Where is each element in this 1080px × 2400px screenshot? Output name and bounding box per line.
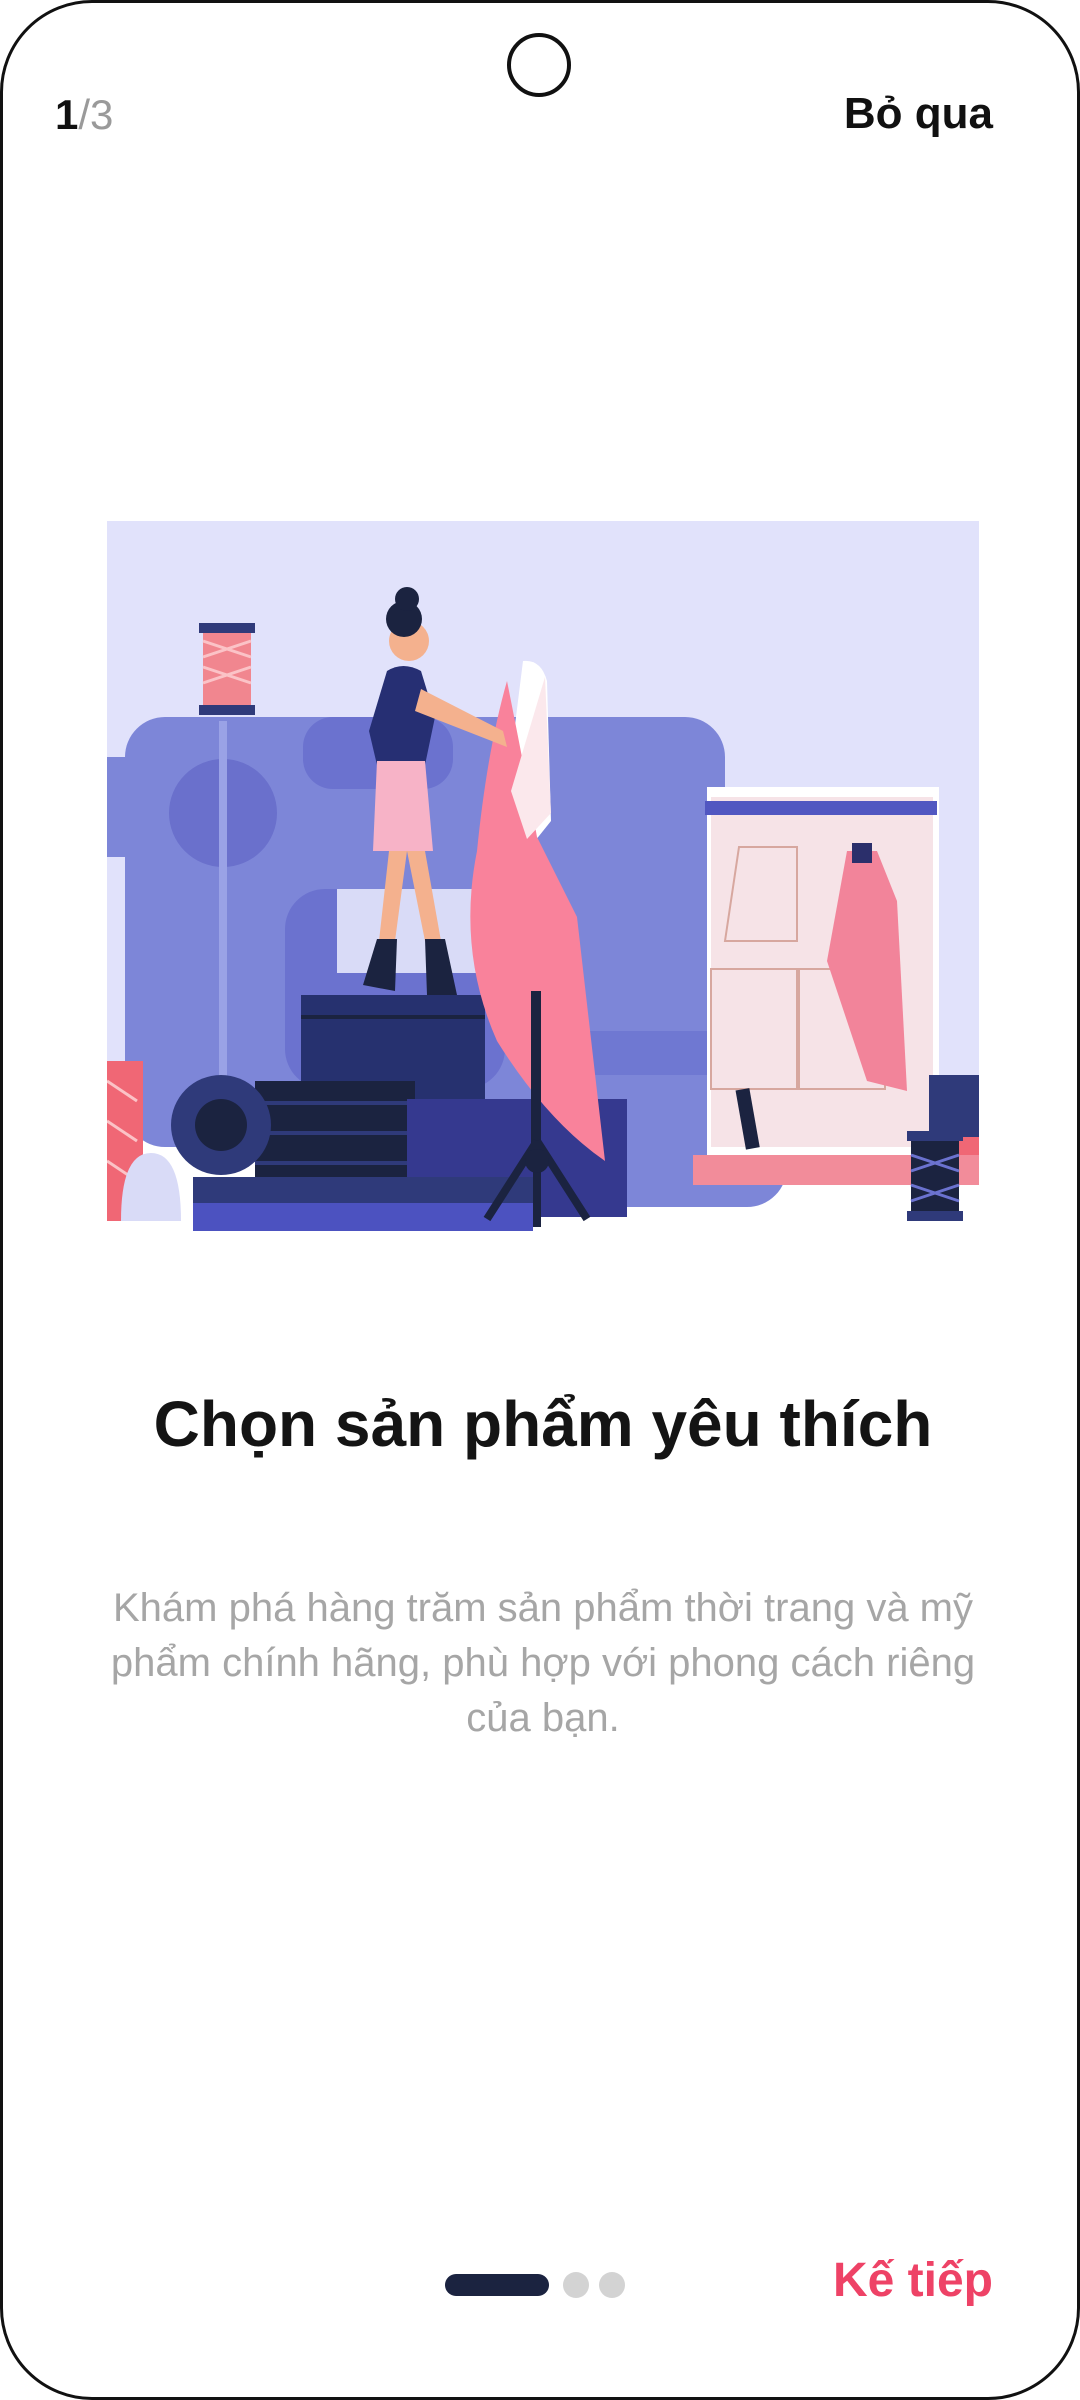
fashion-designer-illustration [107,521,979,1231]
page-dot-1-active [445,2274,549,2296]
page-indicator [445,2272,635,2298]
page-counter-total: /3 [78,91,114,138]
page-counter: 1/3 [55,91,113,139]
page-dot-2 [563,2272,589,2298]
skip-button[interactable]: Bỏ qua [844,89,993,139]
onboarding-title: Chọn sản phẩm yêu thích [153,1388,933,1460]
onboarding-description: Khám phá hàng trăm sản phẩm thời trang v… [110,1586,976,1740]
front-camera-cutout [507,33,571,97]
next-button[interactable]: Kế tiếp [833,2253,993,2308]
page-counter-current: 1 [55,91,79,138]
page-dot-3 [599,2272,625,2298]
onboarding-screen: 1/3 Bỏ qua Chọn sản phẩm yêu thích Khám … [0,0,1080,2400]
